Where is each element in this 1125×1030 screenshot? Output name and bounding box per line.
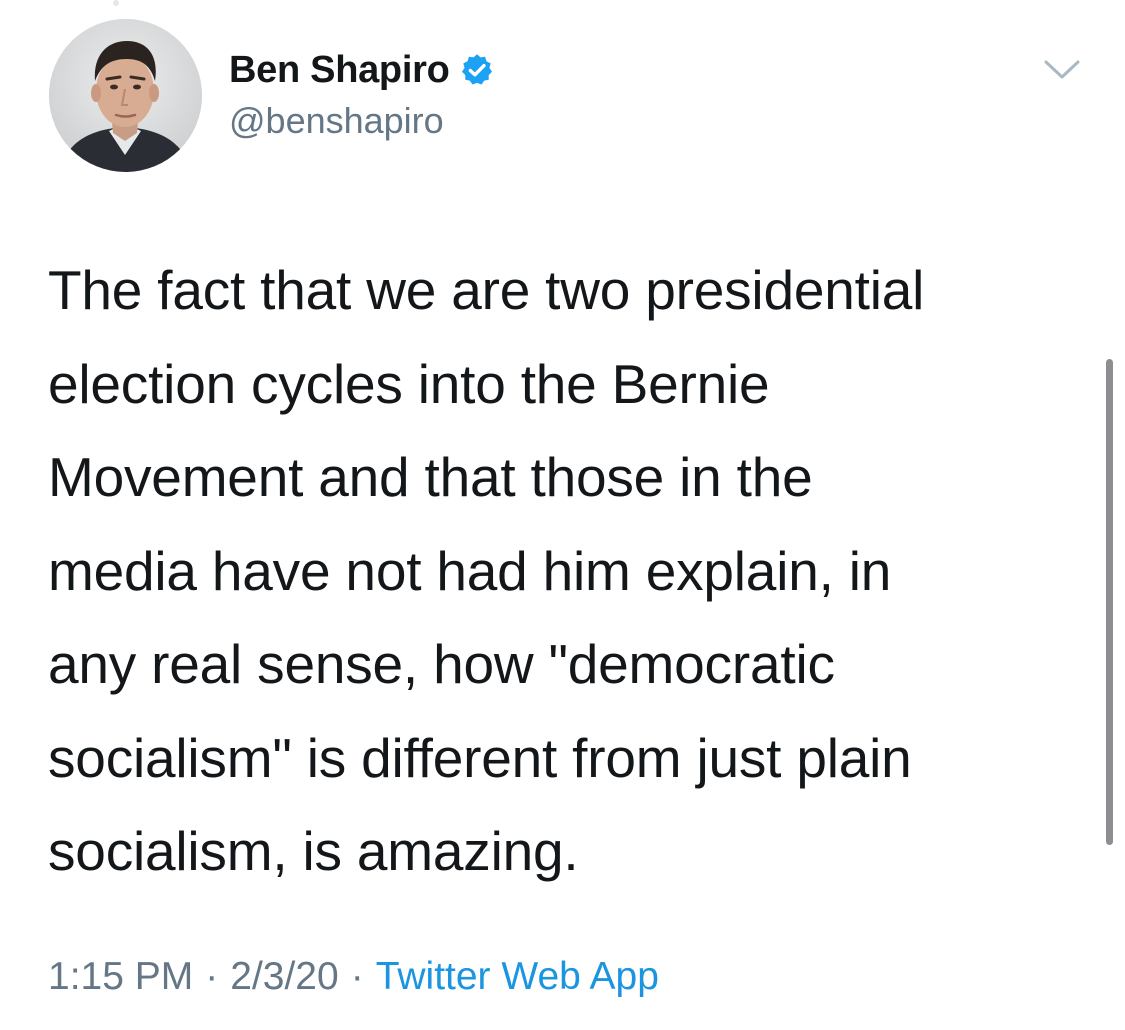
author-handle[interactable]: @benshapiro — [229, 100, 444, 142]
profile-photo — [49, 19, 202, 172]
tweet-date[interactable]: 2/3/20 — [230, 955, 338, 998]
tweet-card: Ben Shapiro @benshapiro The fact that we… — [0, 0, 1125, 1030]
tweet-text: The fact that we are two presidential el… — [48, 259, 925, 882]
meta-separator: · — [350, 955, 364, 998]
tweet-source-link[interactable]: Twitter Web App — [376, 955, 659, 998]
scrollbar[interactable] — [1106, 359, 1113, 845]
author-name-row[interactable]: Ben Shapiro — [229, 46, 495, 94]
avatar[interactable] — [49, 19, 202, 172]
tweet-time[interactable]: 1:15 PM — [48, 955, 193, 998]
chevron-down-icon[interactable] — [1040, 52, 1084, 88]
display-name[interactable]: Ben Shapiro — [229, 49, 450, 92]
tweet-meta: 1:15 PM · 2/3/20 · Twitter Web App — [48, 955, 659, 999]
meta-separator: · — [205, 955, 219, 998]
verified-badge-icon — [459, 52, 495, 88]
thread-connector — [113, 0, 119, 6]
